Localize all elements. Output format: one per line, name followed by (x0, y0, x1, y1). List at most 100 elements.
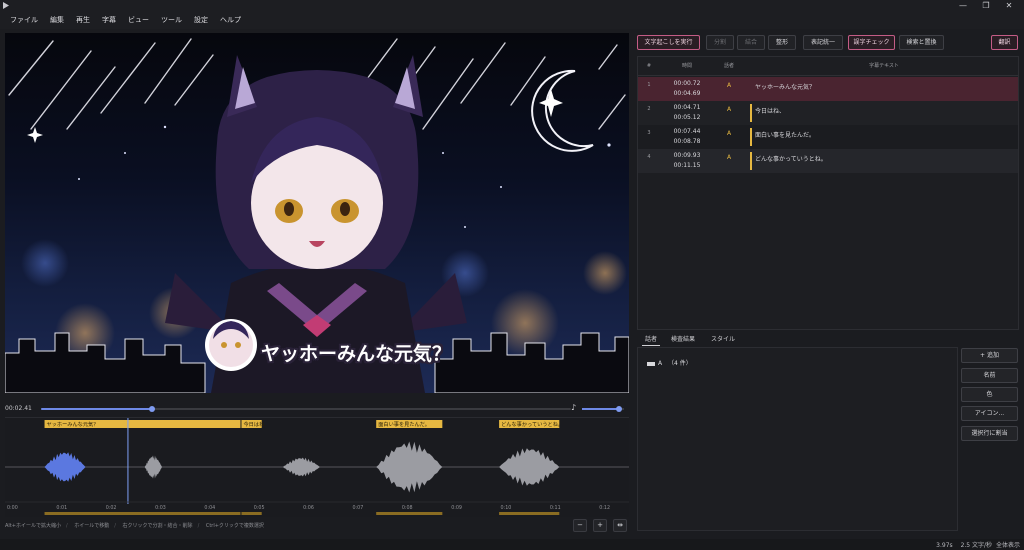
col-time[interactable]: 時間 (662, 57, 712, 75)
status-bar: 3.97s 2.5 文字/秒 全体表示 (0, 539, 1024, 550)
split-button[interactable]: 分割 (706, 35, 734, 50)
app-window: — ❐ ✕ ファイル 編集 再生 字幕 ビュー ツール 設定 ヘルプ ヤッホーみ… (0, 0, 1024, 550)
speaker-color-swatch-icon (647, 361, 655, 366)
ruler-tick-label: 0:08 (402, 505, 413, 511)
add-speaker-button[interactable]: + 追加 (961, 348, 1018, 363)
waveform-segment (44, 452, 86, 482)
unify-notation-button[interactable]: 表記統一 (803, 35, 843, 50)
hint-scroll: ホイールで移動 (74, 523, 110, 529)
zoom-out-button[interactable]: − (573, 519, 587, 532)
speaker-color-bar (750, 128, 752, 146)
assign-speaker-button[interactable]: 選択行に割当 (961, 426, 1018, 441)
subtitle-clip-label: 今日はね、 (243, 420, 269, 428)
ruler-tick-label: 0:00 (7, 505, 18, 511)
ruler-tick-label: 0:06 (303, 505, 314, 511)
ruler-tick-label: 0:03 (155, 505, 166, 511)
lower-tabs: 話者 検査結果 スタイル (637, 334, 957, 346)
menu-file[interactable]: ファイル (4, 12, 44, 29)
speaker-icon-button[interactable]: アイコン... (961, 406, 1018, 421)
table-row[interactable]: 1 00:00.72 00:04.69 A ヤッホーみんな元気？ (638, 77, 1018, 101)
menu-settings[interactable]: 設定 (188, 12, 214, 29)
current-time: 00:02.41 (5, 405, 32, 412)
menu-subtitle[interactable]: 字幕 (96, 12, 122, 29)
timeline-canvas[interactable]: ヤッホーみんな元気？ 今日はね、 面白い事を見たんだ。 どんな事かっていうとね。 0:0… (5, 418, 629, 518)
speaker-color-bar (750, 104, 752, 122)
app-logo-icon (3, 2, 9, 9)
subtitle-clip-label: 面白い事を見たんだ。 (378, 420, 430, 428)
merge-button[interactable]: 結合 (737, 35, 765, 50)
table-row[interactable]: 4 00:09.93 00:11.15 A どんな事かっていうとね。 (638, 149, 1018, 173)
find-replace-button[interactable]: 検索と置換 (899, 35, 944, 50)
transcribe-button[interactable]: 文字起こしを実行 (637, 35, 700, 50)
shortcut-hints: Alt+ホイールで拡大縮小 / ホイールで移動 / 右クリックで分割・結合・削除 / … (5, 523, 264, 529)
menu-help[interactable]: ヘルプ (214, 12, 247, 29)
waveform-segment (282, 457, 320, 477)
hint-context: 右クリックで分割・結合・削除 (122, 523, 193, 529)
waveform-segment (376, 441, 443, 493)
menu-view[interactable]: ビュー (122, 12, 155, 29)
status-rate: 2.5 文字/秒 (960, 542, 993, 549)
fit-button[interactable]: ⇹ (613, 519, 627, 532)
speaker-name: A (658, 360, 663, 367)
speaker-count: （4 件） (668, 360, 692, 367)
ruler-tick-label: 0:01 (56, 505, 67, 511)
tab-style[interactable]: スタイル (708, 334, 738, 346)
waveform-segment (144, 455, 162, 479)
sparkle-icon (539, 89, 563, 117)
clip-overview-bar (241, 512, 262, 515)
waveform-segment (499, 448, 560, 486)
volume-handle[interactable] (615, 406, 622, 412)
col-speaker[interactable]: 話者 (718, 57, 740, 75)
col-text[interactable]: 字幕テキスト (750, 57, 1018, 75)
seek-progress (41, 408, 153, 410)
maximize-button[interactable]: ❐ (975, 0, 997, 12)
menu-play[interactable]: 再生 (70, 12, 96, 29)
rename-speaker-button[interactable]: 名前 (961, 368, 1018, 383)
status-view-mode[interactable]: 全体表示 (996, 542, 1020, 549)
ruler-tick-label: 0:11 (550, 505, 561, 511)
subtitle-clip-label: どんな事かっていうとね。 (501, 420, 563, 428)
menu-bar: ファイル 編集 再生 字幕 ビュー ツール 設定 ヘルプ (0, 12, 1024, 29)
waveform-timeline[interactable]: ヤッホーみんな元気？ 今日はね、 面白い事を見たんだ。 どんな事かっていうとね。 0:0… (5, 417, 629, 517)
clip-overview-bar (499, 512, 560, 515)
tab-inspection[interactable]: 検査結果 (668, 334, 698, 346)
tab-speaker[interactable]: 話者 (642, 334, 661, 346)
volume-icon[interactable]: ♪ (571, 403, 576, 412)
minimize-button[interactable]: — (952, 0, 974, 12)
moon-icon (531, 69, 594, 152)
sparkle-icon (27, 127, 43, 143)
hint-multiselect: Ctrl+クリックで複数選択 (205, 523, 264, 529)
zoom-in-icon: + (597, 521, 603, 529)
zoom-out-icon: − (577, 521, 583, 529)
menu-edit[interactable]: 編集 (44, 12, 70, 29)
table-row[interactable]: 2 00:04.71 00:05.12 A 今日はね、 (638, 101, 1018, 125)
speaker-color-bar (750, 152, 752, 170)
speaker-panel: A （4 件） (637, 347, 958, 531)
typo-check-button[interactable]: 誤字チェック (848, 35, 895, 50)
close-button[interactable]: ✕ (998, 0, 1020, 12)
volume-slider[interactable] (582, 406, 624, 412)
speaker-color-button[interactable]: 色 (961, 387, 1018, 402)
ruler-tick-label: 0:05 (254, 505, 265, 511)
format-button[interactable]: 整形 (768, 35, 796, 50)
video-caption-text: ヤッホーみんな元気？ (261, 343, 452, 365)
fit-width-icon: ⇹ (617, 521, 623, 529)
subtitle-clip-label: ヤッホーみんな元気？ (47, 420, 99, 428)
ruler-tick-label: 0:09 (451, 505, 462, 511)
playback-controls: 00:02.41 ♪ (5, 402, 629, 416)
ruler-tick-label: 0:07 (352, 505, 363, 511)
table-row[interactable]: 3 00:07.44 00:08.78 A 面白い事を見たんだ。 (638, 125, 1018, 149)
clip-overview-bar (44, 512, 241, 515)
zoom-in-button[interactable]: + (593, 519, 607, 532)
hint-zoom: Alt+ホイールで拡大縮小 (5, 523, 61, 529)
translate-button[interactable]: 翻訳 (991, 35, 1018, 50)
ruler-tick-label: 0:02 (106, 505, 117, 511)
speaker-list-item[interactable]: A （4 件） (647, 358, 692, 367)
subtitle-table: # 時間 話者 字幕テキスト 1 00:00.72 00:04.69 A ヤッホー… (637, 56, 1019, 330)
menu-tools[interactable]: ツール (155, 12, 188, 29)
ruler-tick-label: 0:10 (501, 505, 512, 511)
seek-handle[interactable] (149, 406, 156, 412)
video-preview[interactable]: ヤッホーみんな元気？ (5, 33, 629, 393)
ruler-tick-label: 0:04 (204, 505, 215, 511)
seek-slider[interactable] (41, 406, 571, 412)
